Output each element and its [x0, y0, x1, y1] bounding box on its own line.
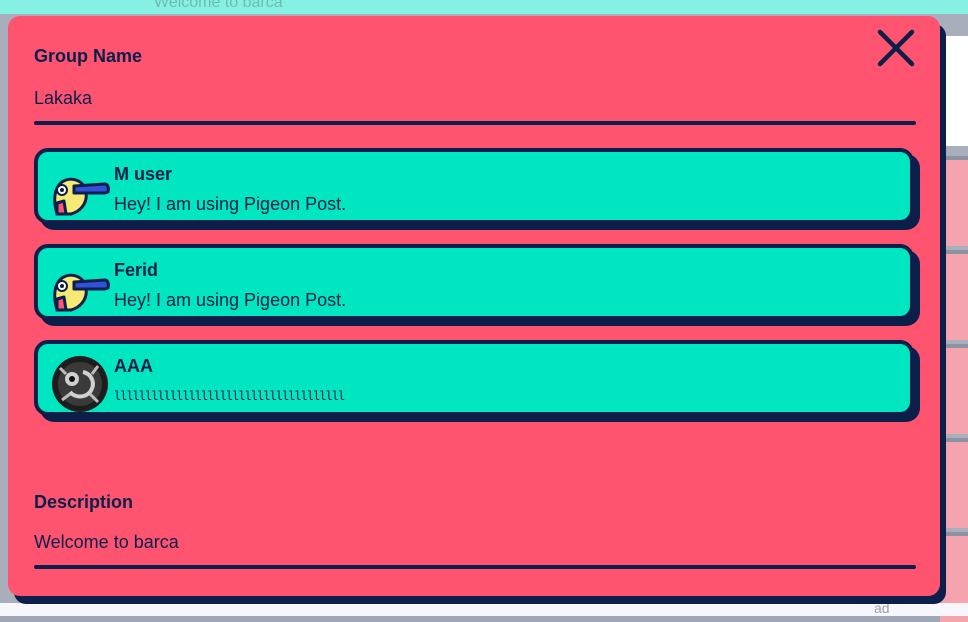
group-name-value[interactable]: Lakaka: [34, 88, 92, 109]
member-name: AAA: [114, 356, 153, 376]
background-panel: [940, 250, 968, 340]
close-button[interactable]: [876, 28, 916, 68]
member-status: lllllllllllllllllllllllllllllllllllll: [114, 389, 345, 403]
member-name: Ferid: [114, 260, 159, 280]
member-card[interactable]: Ferid Hey! I am using Pigeon Post.: [34, 244, 914, 320]
description-value[interactable]: Welcome to barca: [34, 532, 179, 553]
member-name: M user: [114, 164, 173, 184]
group-info-modal: Group Name Lakaka M user Hey! I am using…: [8, 16, 940, 596]
member-status: Hey! I am using Pigeon Post.: [114, 194, 347, 214]
background-footer-text: ad: [874, 600, 890, 616]
group-name-label: Group Name: [34, 46, 143, 66]
background-panel: [940, 438, 968, 528]
background-header: Welcome to barca: [0, 0, 968, 14]
member-status: Hey! I am using Pigeon Post.: [114, 290, 347, 310]
pigeon-avatar-icon: [50, 162, 110, 222]
background-chat-list: [940, 14, 968, 622]
background-panel: [940, 156, 968, 246]
description-underline: [34, 565, 916, 569]
member-card[interactable]: M user Hey! I am using Pigeon Post.: [34, 148, 914, 224]
group-name-underline: [34, 121, 916, 125]
background-panel: [940, 36, 968, 146]
background-panel: [940, 344, 968, 434]
member-card[interactable]: AAA llllllllllllllllllllllllllllllllllll…: [34, 340, 914, 416]
pigeon-avatar-icon: [50, 258, 110, 318]
close-icon: [877, 29, 915, 67]
background-header-text: Welcome to barca: [154, 0, 283, 11]
description-label: Description: [34, 492, 134, 512]
background-footer: [0, 603, 968, 616]
photo-avatar: [50, 354, 110, 414]
